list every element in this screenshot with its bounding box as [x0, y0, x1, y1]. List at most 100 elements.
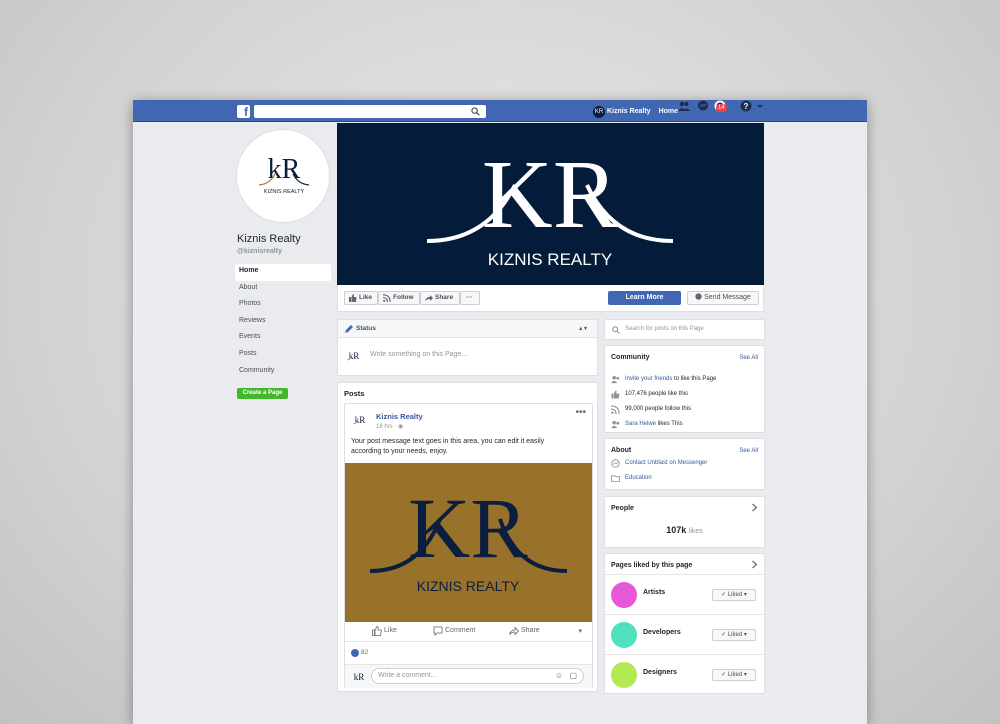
- liked-page-avatar: [611, 622, 637, 648]
- about-title: About: [611, 447, 632, 454]
- cover-brand-text: KIZNIS REALTY: [488, 250, 612, 269]
- facebook-logo-icon[interactable]: f: [237, 105, 250, 118]
- rss-icon: [611, 405, 620, 414]
- nav-item-community[interactable]: Community: [235, 364, 331, 381]
- cover-photo[interactable]: KR KIZNIS REALTY: [337, 123, 764, 285]
- status-input[interactable]: kR Write something on this Page...: [338, 338, 597, 376]
- status-placeholder: Write something on this Page...: [370, 351, 468, 358]
- svg-text:kR: kR: [349, 351, 360, 361]
- reaction-count[interactable]: 82: [351, 649, 368, 657]
- friend-likes-text: likes This: [657, 421, 683, 427]
- nav-item-events[interactable]: Events: [235, 330, 331, 347]
- send-message-label: Send Message: [704, 294, 751, 301]
- post-card: kR Kiznis Realty 18 hrs · ◉ ••• Your pos…: [344, 403, 593, 688]
- learn-more-button[interactable]: Learn More: [608, 291, 681, 305]
- svg-text:kR: kR: [268, 154, 301, 185]
- nav-item-photos[interactable]: Photos: [235, 297, 331, 314]
- liked-page-name[interactable]: Designers: [643, 669, 677, 676]
- friend-requests-icon[interactable]: [678, 100, 690, 112]
- invite-friends-link[interactable]: Invite your friends: [625, 376, 672, 382]
- post-comment-label: Comment: [445, 627, 476, 634]
- chevron-down-icon[interactable]: [756, 100, 764, 112]
- liked-page-row[interactable]: Artists ✓ Liked ▾: [605, 574, 764, 614]
- page-avatar-icon: kR: [346, 351, 360, 361]
- post-author-avatar-icon[interactable]: kR: [352, 414, 368, 426]
- liked-toggle-button[interactable]: ✓ Liked ▾: [712, 669, 756, 681]
- post-timestamp[interactable]: 18 hrs · ◉: [376, 423, 403, 430]
- folder-icon: [611, 475, 620, 483]
- post-author[interactable]: Kiznis Realty: [376, 412, 423, 421]
- friends-icon: [611, 375, 620, 384]
- like-reaction-icon: [351, 649, 359, 657]
- home-link[interactable]: Home: [659, 108, 678, 115]
- post-image-monogram: KR: [408, 480, 528, 576]
- more-button[interactable]: ···: [460, 291, 480, 305]
- emoji-icon[interactable]: ☺: [555, 669, 563, 683]
- page-likes-row: 107,476 people like this: [611, 390, 688, 399]
- nav-item-reviews[interactable]: Reviews: [235, 314, 331, 331]
- status-title: Status: [356, 325, 376, 332]
- liked-page-row[interactable]: Developers ✓ Liked ▾: [605, 614, 764, 654]
- page-follows-text: 99,000 people follow this: [625, 406, 692, 412]
- nav-item-posts[interactable]: Posts: [235, 347, 331, 364]
- about-see-all-link[interactable]: See All: [739, 448, 758, 454]
- post-action-bar: Like Comment Share ▾: [345, 622, 592, 642]
- thumbs-up-icon: [611, 390, 620, 399]
- chevron-right-icon[interactable]: [751, 503, 758, 512]
- post-image[interactable]: KR KIZNIS REALTY: [345, 463, 592, 622]
- status-tab[interactable]: Status ▴ ▾: [338, 320, 597, 338]
- post-options-icon[interactable]: •••: [575, 407, 586, 418]
- search-input[interactable]: [254, 105, 486, 118]
- follow-button[interactable]: Follow: [378, 291, 420, 305]
- contact-messenger-link[interactable]: Contact Unblast on Messenger: [625, 460, 707, 466]
- page-search-input[interactable]: Search for posts on this Page: [604, 319, 765, 340]
- like-page-button[interactable]: Like: [344, 291, 378, 305]
- top-navigation-bar: f KR Kiznis Realty Home 14 ?: [133, 100, 867, 122]
- post-share-button[interactable]: Share: [509, 626, 540, 636]
- share-page-button[interactable]: Share: [420, 291, 460, 305]
- commenter-avatar-icon: kR: [354, 672, 365, 682]
- community-see-all-link[interactable]: See All: [739, 355, 758, 361]
- thumbs-up-icon: [349, 294, 357, 302]
- nav-item-about[interactable]: About: [235, 281, 331, 298]
- post-comment-button[interactable]: Comment: [433, 626, 476, 636]
- page-follows-row: 99,000 people follow this: [611, 405, 692, 414]
- share-page-label: Share: [435, 294, 454, 301]
- profile-picture[interactable]: kR KIZNIS REALTY: [236, 129, 330, 223]
- liked-toggle-button[interactable]: ✓ Liked ▾: [712, 589, 756, 601]
- send-message-button[interactable]: Send Message: [687, 291, 759, 305]
- search-icon[interactable]: [471, 107, 480, 116]
- liked-page-name[interactable]: Artists: [643, 589, 665, 596]
- sticker-icon[interactable]: ▢: [569, 669, 577, 683]
- liked-page-row[interactable]: Designers ✓ Liked ▾: [605, 654, 764, 694]
- chevron-right-icon[interactable]: [751, 560, 758, 569]
- post-text: Your post message text goes in this area…: [351, 438, 545, 455]
- globe-icon: ◉: [398, 424, 404, 430]
- svg-text:?: ?: [744, 102, 749, 111]
- nav-item-home[interactable]: Home: [235, 264, 331, 281]
- chevron-down-icon[interactable]: ▾: [578, 627, 582, 635]
- community-title: Community: [611, 354, 650, 361]
- profile-link[interactable]: KR Kiznis Realty Home: [593, 105, 678, 118]
- profile-name[interactable]: Kiznis Realty: [607, 108, 651, 115]
- help-icon[interactable]: ?: [740, 100, 752, 112]
- thumbs-up-icon: [372, 626, 382, 636]
- liked-page-name[interactable]: Developers: [643, 629, 681, 636]
- category-link[interactable]: Education: [625, 475, 652, 481]
- liked-button-label: Liked: [727, 592, 743, 598]
- notification-badge: 14: [716, 104, 727, 112]
- people-likes-count: 107k likes: [605, 525, 764, 535]
- post-like-button[interactable]: Like: [372, 626, 397, 636]
- messenger-icon[interactable]: [697, 100, 709, 112]
- people-count-label: likes: [688, 528, 703, 535]
- create-page-button[interactable]: Create a Page: [237, 388, 288, 399]
- cover-monogram: KR: [482, 141, 619, 249]
- invite-friends-text: to like this Page: [674, 376, 717, 382]
- posts-section: Posts kR Kiznis Realty 18 hrs · ◉ ••• Yo…: [337, 382, 598, 692]
- liked-toggle-button[interactable]: ✓ Liked ▾: [712, 629, 756, 641]
- people-card[interactable]: People 107k likes: [604, 496, 765, 548]
- comment-input[interactable]: Write a comment... ☺ ▢: [371, 668, 584, 684]
- about-card: About See All Contact Unblast on Messeng…: [604, 438, 765, 490]
- friend-name-link[interactable]: Sara Helwe: [625, 421, 656, 427]
- chevron-up-down-icon[interactable]: ▴ ▾: [579, 320, 587, 338]
